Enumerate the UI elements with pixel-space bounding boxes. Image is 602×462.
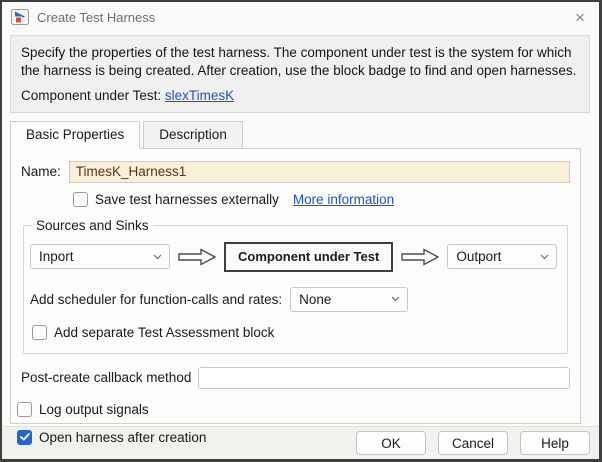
chevron-down-icon [391, 296, 400, 302]
log-output-checkbox[interactable] [17, 402, 32, 417]
name-label: Name: [21, 164, 61, 179]
dialog-description: Specify the properties of the test harne… [21, 44, 579, 80]
component-under-test-line: Component under Test: slexTimesK [21, 88, 579, 103]
callback-label: Post-create callback method [21, 370, 191, 385]
component-under-test-block: Component under Test [224, 242, 393, 272]
tab-basic-properties[interactable]: Basic Properties [10, 121, 140, 149]
source-dropdown[interactable]: Inport [30, 244, 170, 269]
source-sink-flow-row: Inport Component under Test Outport [30, 242, 561, 272]
source-dropdown-value: Inport [39, 249, 147, 264]
assessment-row: Add separate Test Assessment block [32, 325, 561, 340]
save-externally-checkbox[interactable] [73, 192, 88, 207]
open-harness-row: Open harness after creation [17, 430, 570, 445]
open-harness-checkbox[interactable] [17, 430, 32, 445]
component-under-test-label: Component under Test: [21, 88, 161, 103]
open-harness-label[interactable]: Open harness after creation [39, 430, 206, 445]
name-input[interactable] [69, 161, 570, 183]
log-output-row: Log output signals [17, 402, 570, 417]
title-bar: Create Test Harness × [2, 2, 599, 32]
chevron-down-icon [153, 254, 162, 260]
flow-arrow-icon [177, 247, 217, 267]
save-externally-label[interactable]: Save test harnesses externally [95, 192, 279, 207]
sources-and-sinks-legend: Sources and Sinks [32, 218, 153, 233]
log-output-label[interactable]: Log output signals [39, 402, 149, 417]
save-externally-row: Save test harnesses externally More info… [73, 192, 570, 207]
close-icon[interactable]: × [571, 7, 589, 28]
assessment-checkbox[interactable] [32, 325, 47, 340]
scheduler-row: Add scheduler for function-calls and rat… [30, 287, 561, 312]
chevron-down-icon [540, 254, 549, 260]
scheduler-dropdown[interactable]: None [290, 287, 408, 312]
create-test-harness-dialog: Create Test Harness × Specify the proper… [0, 0, 602, 462]
intro-box: Specify the properties of the test harne… [10, 35, 590, 113]
scheduler-label: Add scheduler for function-calls and rat… [30, 292, 282, 307]
window-title: Create Test Harness [37, 10, 155, 25]
callback-input[interactable] [198, 367, 570, 389]
basic-properties-panel: Name: Save test harnesses externally Mor… [10, 148, 581, 424]
assessment-label[interactable]: Add separate Test Assessment block [54, 325, 274, 340]
callback-row: Post-create callback method [21, 367, 570, 389]
tab-bar: Basic Properties Description [10, 121, 599, 149]
name-row: Name: [21, 161, 570, 183]
tab-description[interactable]: Description [143, 121, 243, 149]
flow-arrow-icon [400, 247, 440, 267]
sink-dropdown[interactable]: Outport [447, 244, 557, 269]
sink-dropdown-value: Outport [456, 249, 534, 264]
sources-and-sinks-group: Sources and Sinks Inport Component under… [23, 218, 568, 354]
simulink-harness-icon [11, 9, 29, 25]
component-under-test-link[interactable]: slexTimesK [165, 88, 234, 103]
more-information-link[interactable]: More information [293, 192, 394, 207]
scheduler-dropdown-value: None [299, 292, 385, 307]
